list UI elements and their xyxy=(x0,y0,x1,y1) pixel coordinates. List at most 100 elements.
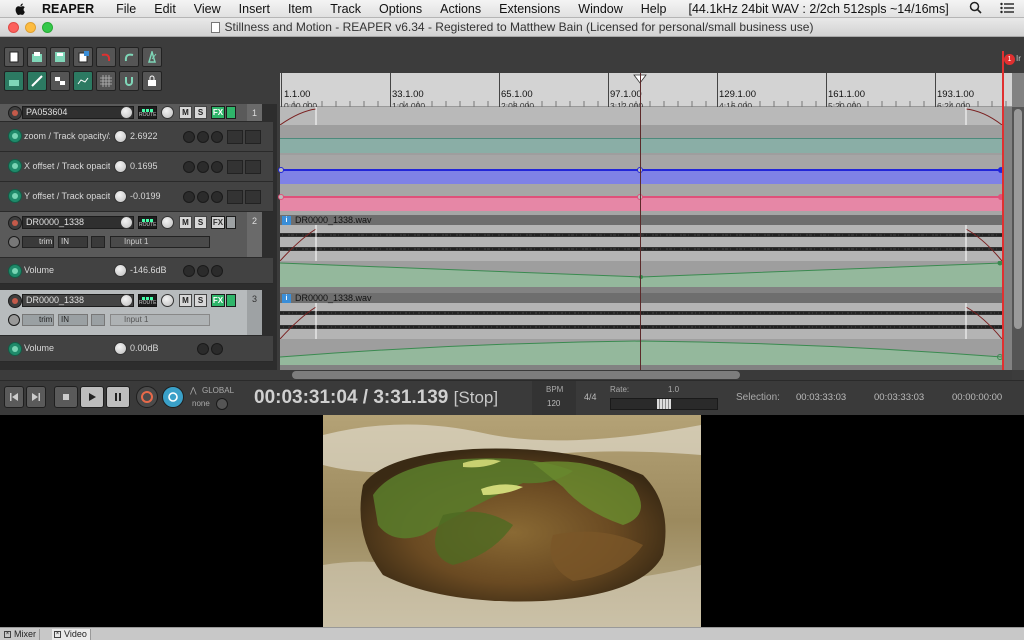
time-signature[interactable]: 4/4 xyxy=(584,392,597,402)
envelope-name[interactable]: X offset / Track opacity/zoom xyxy=(24,160,110,172)
menu-actions[interactable]: Actions xyxy=(440,2,481,16)
input-monitor-button[interactable]: IN xyxy=(58,236,88,248)
volume-envelope-lane-2[interactable] xyxy=(279,260,1003,287)
app-menu[interactable]: REAPER xyxy=(42,2,94,16)
new-project-button[interactable] xyxy=(4,47,24,67)
input-monitor-button[interactable]: IN xyxy=(58,314,88,326)
envelope-mode-button[interactable] xyxy=(197,343,209,355)
item-grouping-button[interactable] xyxy=(50,71,70,91)
phase-button[interactable] xyxy=(91,314,105,326)
envelope-arm-button[interactable] xyxy=(8,189,22,203)
route-button[interactable]: ROUTE xyxy=(138,216,157,229)
search-icon[interactable] xyxy=(969,1,982,14)
menu-item[interactable]: Item xyxy=(288,2,312,16)
volume-envelope-lane-3[interactable] xyxy=(279,339,1003,365)
fx-button[interactable]: FX xyxy=(211,294,225,307)
menu-insert[interactable]: Insert xyxy=(239,2,270,16)
fx-bypass-button[interactable] xyxy=(226,294,236,307)
envelope-bypass-button[interactable] xyxy=(183,265,195,277)
envelope-point[interactable] xyxy=(278,194,284,200)
selection-length[interactable]: 00:00:00:00 xyxy=(952,392,1002,403)
envelope-mode-button[interactable] xyxy=(197,161,209,173)
route-button[interactable]: ROUTE xyxy=(138,294,157,307)
edit-cursor[interactable] xyxy=(640,73,641,370)
envelope-value[interactable]: -0.0199 xyxy=(130,190,161,202)
record-arm-button[interactable] xyxy=(8,294,22,308)
envelope-value[interactable]: 0.1695 xyxy=(130,160,158,172)
envelope-hide-button[interactable] xyxy=(211,343,223,355)
vertical-scroll-thumb[interactable] xyxy=(1014,109,1022,329)
track-2-header[interactable]: DR0000_1338 ROUTE M S FX trim IN Input 1… xyxy=(0,212,262,258)
volume-knob[interactable] xyxy=(120,106,133,119)
lock-button[interactable] xyxy=(142,71,162,91)
phase-button[interactable] xyxy=(91,236,105,248)
close-window-button[interactable] xyxy=(8,22,19,33)
envelope-hide-button[interactable] xyxy=(211,191,223,203)
envelope-arm-button[interactable] xyxy=(8,264,22,278)
volume-knob[interactable] xyxy=(120,216,133,229)
bpm-value[interactable]: 120 xyxy=(547,399,560,408)
solo-button[interactable]: S xyxy=(194,106,207,119)
zoom-envelope-lane[interactable] xyxy=(280,125,1002,155)
track-name[interactable]: PA053604 xyxy=(22,106,134,119)
mute-button[interactable]: M xyxy=(179,106,192,119)
timeline-ruler[interactable]: 1.1.00 0:00.000 33.1.00 1:04.000 65.1.00… xyxy=(280,73,1012,111)
record-arm-button[interactable] xyxy=(8,216,22,230)
horizontal-scroll-thumb[interactable] xyxy=(292,371,740,379)
pan-knob[interactable] xyxy=(161,216,174,229)
menu-extensions[interactable]: Extensions xyxy=(499,2,560,16)
envelope-value-knob[interactable] xyxy=(114,264,127,277)
solo-button[interactable]: S xyxy=(194,294,207,307)
rate-slider-thumb[interactable] xyxy=(657,399,671,409)
envelope-shape-button[interactable] xyxy=(227,130,243,144)
fx-button[interactable]: FX xyxy=(211,216,225,229)
notification-center-icon[interactable] xyxy=(1000,2,1014,14)
audio-item-track-3[interactable]: i DR0000_1338.wav xyxy=(280,293,1002,339)
pause-button[interactable] xyxy=(106,386,130,408)
envelope-bypass-button[interactable] xyxy=(183,161,195,173)
envelope-value-knob[interactable] xyxy=(114,190,127,203)
envelope-shape-button[interactable] xyxy=(227,160,243,174)
pan-knob[interactable] xyxy=(161,294,174,307)
envelope-value-knob[interactable] xyxy=(114,130,127,143)
mute-button[interactable]: M xyxy=(179,294,192,307)
grid-button[interactable] xyxy=(96,71,116,91)
bpm-box[interactable]: BPM 120 xyxy=(532,381,576,416)
project-settings-button[interactable] xyxy=(73,47,93,67)
zoom-window-button[interactable] xyxy=(42,22,53,33)
horizontal-scrollbar[interactable] xyxy=(280,370,1012,380)
menu-edit[interactable]: Edit xyxy=(154,2,176,16)
time-display[interactable]: 00:03:31:04 / 3:31.139 [Stop] xyxy=(254,387,498,409)
video-item[interactable] xyxy=(279,107,1003,126)
menu-track[interactable]: Track xyxy=(330,2,361,16)
vertical-scrollbar[interactable] xyxy=(1012,107,1024,370)
rate-value[interactable]: 1.0 xyxy=(668,385,679,394)
open-project-button[interactable] xyxy=(27,47,47,67)
snap-toggle-button[interactable] xyxy=(119,71,139,91)
envelope-mode-button[interactable] xyxy=(197,191,209,203)
track-1-header[interactable]: PA053604 ROUTE M S FX 1 xyxy=(0,104,262,122)
selection-end[interactable]: 00:03:33:03 xyxy=(874,392,924,403)
rate-slider[interactable] xyxy=(610,398,718,410)
save-project-button[interactable] xyxy=(50,47,70,67)
envelope-arm-button[interactable] xyxy=(8,159,22,173)
monitor-button[interactable] xyxy=(8,236,20,248)
monitor-button[interactable] xyxy=(8,314,20,326)
audio-item-track-2[interactable]: i DR0000_1338.wav xyxy=(280,215,1002,261)
envelope-hide-button[interactable] xyxy=(211,131,223,143)
envelope-bypass-button[interactable] xyxy=(183,191,195,203)
menu-view[interactable]: View xyxy=(194,2,221,16)
envelope-name[interactable]: Y offset / Track opacity/zoom xyxy=(24,190,110,202)
redo-button[interactable] xyxy=(119,47,139,67)
pan-knob[interactable] xyxy=(161,106,174,119)
automation-mode-button[interactable]: trim xyxy=(22,314,54,326)
fx-button[interactable]: FX xyxy=(211,106,225,119)
menu-help[interactable]: Help xyxy=(641,2,667,16)
undo-button[interactable] xyxy=(96,47,116,67)
envelope-hide-button[interactable] xyxy=(211,265,223,277)
apple-icon[interactable] xyxy=(14,2,28,16)
project-marker-line[interactable] xyxy=(1002,51,1004,370)
envelope-mode-button[interactable] xyxy=(197,265,209,277)
volume-knob[interactable] xyxy=(120,294,133,307)
track-name[interactable]: DR0000_1338 xyxy=(22,216,134,229)
